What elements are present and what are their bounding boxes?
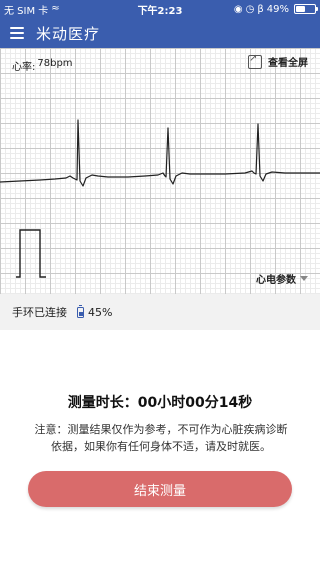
- wifi-icon: ≈: [51, 3, 60, 14]
- status-right: ◉ ◷ β 49%: [233, 3, 318, 15]
- device-status-row: 手环已连接 45%: [0, 294, 320, 330]
- fullscreen-label: 查看全屏: [268, 58, 308, 69]
- ecg-waveform: [0, 119, 320, 187]
- band-battery-level-fill: [78, 311, 83, 316]
- connection-status: 手环已连接: [12, 306, 67, 319]
- menu-icon[interactable]: [10, 27, 24, 39]
- calibration-pulse: [16, 229, 46, 278]
- ecg-chart: [0, 119, 320, 278]
- bluetooth-icon: β: [257, 3, 264, 15]
- caret-down-icon: [300, 276, 308, 281]
- app-bar: 米动医疗: [0, 18, 320, 48]
- heart-rate-label: 心率:: [12, 62, 36, 73]
- end-measurement-button[interactable]: 结束测量: [28, 471, 292, 507]
- status-bar: 无 SIM 卡 ≈ 下午2:23 ◉ ◷ β 49%: [0, 0, 320, 18]
- band-battery-percent: 45%: [88, 305, 113, 319]
- measurement-duration: 测量时长：00小时00分14秒: [67, 395, 253, 411]
- disclaimer-notice: 注意：测量结果仅作为参考，不可作为心脏疾病诊断依据，如果你有任何身体不适，请及时…: [34, 423, 288, 453]
- status-left: 无 SIM 卡 ≈: [4, 2, 60, 17]
- carrier-label: 无 SIM 卡: [4, 5, 49, 17]
- battery-level-fill: [296, 6, 305, 12]
- ecg-params-dropdown[interactable]: 心电参数: [256, 271, 308, 286]
- battery-icon: [294, 4, 318, 14]
- battery-percent: 49%: [266, 3, 289, 15]
- band-battery-icon: [77, 304, 84, 318]
- orientation-lock-icon: ◉: [233, 3, 243, 15]
- app-title: 米动医疗: [36, 24, 101, 43]
- ecg-params-label: 心电参数: [256, 275, 296, 286]
- heart-rate-value: 78bpm: [37, 58, 73, 69]
- fullscreen-button[interactable]: 查看全屏: [248, 53, 308, 69]
- alarm-icon: ◷: [245, 3, 255, 15]
- ecg-panel: 心率: 78bpm 查看全屏 心电参数: [0, 48, 320, 294]
- fullscreen-icon: [248, 53, 262, 69]
- heart-rate-readout: 心率: 78bpm: [12, 58, 73, 73]
